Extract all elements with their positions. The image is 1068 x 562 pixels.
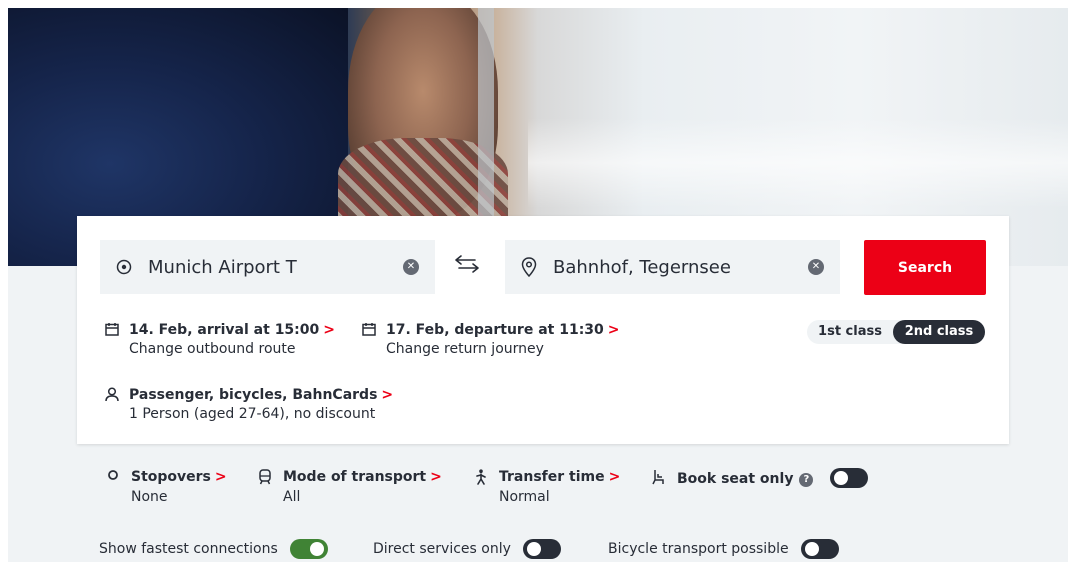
- search-button[interactable]: Search: [864, 240, 986, 295]
- origin-input[interactable]: Munich Airport T: [148, 257, 403, 278]
- search-options-panel: Stopovers > None Mode of transport > All T…: [77, 446, 1009, 562]
- outbound-title[interactable]: 14. Feb, arrival at 15:00: [129, 322, 319, 338]
- chevron-right-icon: >: [323, 322, 335, 338]
- second-class-option[interactable]: 2nd class: [893, 320, 985, 344]
- stopovers-title[interactable]: Stopovers: [131, 469, 211, 485]
- return-title[interactable]: 17. Feb, departure at 11:30: [386, 322, 604, 338]
- outbound-subtitle[interactable]: Change outbound route: [129, 339, 335, 359]
- transfer-value: Normal: [499, 489, 550, 505]
- seat-icon: [649, 468, 669, 488]
- transfer-time-option[interactable]: Transfer time > Normal: [471, 468, 620, 508]
- chevron-right-icon: >: [214, 469, 227, 485]
- stopovers-value: None: [131, 489, 168, 505]
- stopover-circle-icon: [103, 468, 123, 508]
- swap-arrows-icon[interactable]: [453, 254, 481, 279]
- direct-toggle[interactable]: [522, 539, 561, 559]
- stopovers-option[interactable]: Stopovers > None: [103, 468, 227, 508]
- origin-target-icon: [100, 259, 148, 275]
- fastest-connections-filter[interactable]: Show fastest connections: [99, 539, 328, 559]
- chevron-right-icon: >: [381, 387, 394, 403]
- search-card: Munich Airport T ✕ Bahnhof, Tegernsee ✕ …: [77, 216, 1009, 444]
- walking-person-icon: [471, 468, 491, 508]
- seat-only-toggle[interactable]: [830, 468, 869, 488]
- help-icon[interactable]: ?: [799, 473, 814, 487]
- return-date[interactable]: 17. Feb, departure at 11:30 > Change retu…: [358, 321, 620, 359]
- outbound-date[interactable]: 14. Feb, arrival at 15:00 > Change outbou…: [101, 321, 335, 359]
- chevron-right-icon: >: [430, 469, 442, 485]
- clear-destination-icon[interactable]: ✕: [808, 259, 824, 275]
- direct-services-filter[interactable]: Direct services only: [373, 539, 561, 559]
- first-class-option[interactable]: 1st class: [807, 320, 893, 344]
- seat-only-title: Book seat only: [677, 471, 794, 487]
- bicycle-transport-filter[interactable]: Bicycle transport possible: [608, 539, 839, 559]
- calendar-icon: [358, 321, 380, 336]
- book-seat-only-option: Book seat only?: [649, 468, 869, 488]
- clear-origin-icon[interactable]: ✕: [403, 259, 419, 275]
- transport-title[interactable]: Mode of transport: [283, 469, 426, 485]
- bicycle-toggle[interactable]: [800, 539, 839, 559]
- mode-of-transport-option[interactable]: Mode of transport > All: [255, 468, 442, 508]
- passengers-title[interactable]: Passenger, bicycles, BahnCards: [129, 387, 377, 403]
- fastest-label: Show fastest connections: [99, 541, 278, 557]
- chevron-right-icon: >: [607, 322, 620, 338]
- destination-input[interactable]: Bahnhof, Tegernsee: [553, 257, 808, 278]
- hero-landscape-blur: [528, 118, 1068, 208]
- passengers-subtitle[interactable]: 1 Person (aged 27-64), no discount: [129, 404, 393, 424]
- train-icon: [255, 468, 275, 508]
- travel-class-toggle[interactable]: 1st class 2nd class: [807, 320, 985, 344]
- return-subtitle[interactable]: Change return journey: [386, 339, 620, 359]
- origin-field[interactable]: Munich Airport T ✕: [100, 240, 435, 294]
- transport-value: All: [283, 489, 301, 505]
- calendar-icon: [101, 321, 123, 336]
- location-pin-icon: [505, 257, 553, 277]
- chevron-right-icon: >: [608, 469, 621, 485]
- bicycle-label: Bicycle transport possible: [608, 541, 789, 557]
- passengers-selector[interactable]: Passenger, bicycles, BahnCards > 1 Person…: [101, 386, 393, 424]
- fastest-toggle[interactable]: [289, 539, 328, 559]
- direct-label: Direct services only: [373, 541, 511, 557]
- destination-field[interactable]: Bahnhof, Tegernsee ✕: [505, 240, 840, 294]
- transfer-title[interactable]: Transfer time: [499, 469, 605, 485]
- person-icon: [101, 386, 123, 402]
